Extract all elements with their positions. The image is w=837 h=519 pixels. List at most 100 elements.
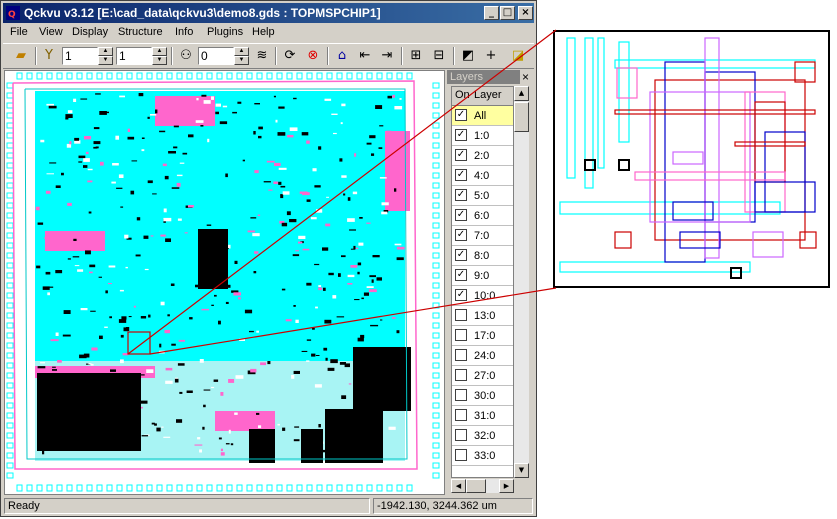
layer-row[interactable]: 32:0 [452,426,513,446]
zoom-in-icon[interactable]: ⊞ [406,46,426,66]
layer-row[interactable]: 33:0 [452,446,513,466]
scroll-left-icon[interactable]: ◀ [451,479,466,493]
menu-info[interactable]: Info [175,26,193,38]
scroll-down-icon[interactable]: ▼ [514,463,529,478]
minimize-button[interactable]: _ [484,6,499,20]
layer-row[interactable]: ✓ 6:0 [452,206,513,226]
spin-buttons-1[interactable]: ▲ ▼ [98,47,113,65]
cursor-coordinates: -1942.130, 3244.362 um [373,498,533,514]
layer-row[interactable]: ✓ 5:0 [452,186,513,206]
spin-input-1[interactable] [62,47,98,65]
layer-row[interactable]: 13:0 [452,306,513,326]
column-on[interactable]: On [455,89,470,101]
layer-row[interactable]: 27:0 [452,366,513,386]
layer-row[interactable]: 24:0 [452,346,513,366]
layer-visible-checkbox[interactable] [455,389,467,401]
layer-visible-checkbox[interactable] [455,349,467,361]
app-icon: Q [6,6,20,20]
spin-input-3[interactable] [198,47,234,65]
layer-name: 10:0 [474,290,496,302]
maximize-button[interactable]: □ [500,6,515,20]
filter-icon[interactable]: Y [39,46,59,66]
layer-name: 33:0 [474,450,496,462]
layer-visible-checkbox[interactable]: ✓ [455,269,467,281]
highlight-icon[interactable]: ◪ [508,46,528,66]
layout-canvas[interactable] [4,70,445,495]
layer-row[interactable]: ✓ 2:0 [452,146,513,166]
hierarchy-icon[interactable]: ⚇ [176,46,196,66]
spin-input-2[interactable] [116,47,152,65]
layer-row[interactable]: ✓ 4:0 [452,166,513,186]
layer-row[interactable]: ✓ 8:0 [452,246,513,266]
toolbar-separator [171,47,173,65]
chip-core [35,91,411,463]
layer-name: 31:0 [474,410,496,422]
layer-row[interactable]: 31:0 [452,406,513,426]
layer-row[interactable]: ✓ 7:0 [452,226,513,246]
layer-name: 4:0 [474,170,490,182]
zoom-out-icon[interactable]: ⊟ [429,46,449,66]
menu-structure[interactable]: Structure [118,26,163,38]
layer-visible-checkbox[interactable]: ✓ [455,209,467,221]
open-folder-icon[interactable]: ▰ [11,46,31,66]
layer-visible-checkbox[interactable] [455,369,467,381]
column-layer[interactable]: Layer [474,89,502,101]
layer-visible-checkbox[interactable] [455,449,467,461]
menu-help[interactable]: Help [252,26,275,38]
layers-close-icon[interactable]: × [519,70,532,84]
layer-name: 27:0 [474,370,496,382]
refresh-icon[interactable]: ⟳ [280,46,300,66]
layer-row[interactable]: ✓ 1:0 [452,126,513,146]
layer-visible-checkbox[interactable] [455,429,467,441]
hscroll-thumb[interactable] [466,479,486,493]
menu-file[interactable]: File [10,26,28,38]
layer-visible-checkbox[interactable] [455,409,467,421]
arrow-left-icon[interactable]: ⇤ [355,46,375,66]
layer-visible-checkbox[interactable]: ✓ [455,229,467,241]
layer-visible-checkbox[interactable]: ✓ [455,289,467,301]
close-button[interactable]: × [518,6,533,20]
layers-vertical-scrollbar[interactable]: ▲ ▼ [514,86,529,478]
layer-name: All [474,110,487,122]
layer-row[interactable]: ✓ 9:0 [452,266,513,286]
menu-view[interactable]: View [39,26,63,38]
layers-panel: Layers × On Layer ✓ All ✓ 1:0 ✓ 2:0 ✓ 4:0 ✓ 5:0 ✓ 6… [446,70,534,495]
menu-display[interactable]: Display [72,26,108,38]
layer-visible-checkbox[interactable]: ✓ [455,129,467,141]
scroll-right-icon[interactable]: ▶ [499,479,514,493]
layers-icon[interactable]: ≋ [252,46,272,66]
title-bar[interactable]: Q Qckvu v3.12 [E:\cad_data\qckvu3\demo8.… [3,3,534,23]
layers-list-header: On Layer [452,87,513,106]
layer-visible-checkbox[interactable]: ✓ [455,189,467,201]
stop-icon[interactable]: ⊗ [303,46,323,66]
layer-row[interactable]: 30:0 [452,386,513,406]
home-icon[interactable]: ⌂ [332,46,352,66]
layers-horizontal-scrollbar[interactable]: ◀ ▶ [451,479,514,493]
crosshair-icon[interactable]: + [481,46,501,66]
arrow-right-icon[interactable]: ⇥ [377,46,397,66]
layer-visible-checkbox[interactable] [455,329,467,341]
layer-row[interactable]: ✓ 10:0 [452,286,513,306]
spin-buttons-2[interactable]: ▲ ▼ [152,47,167,65]
zoom-detail-view [553,30,830,288]
layer-row[interactable]: 17:0 [452,326,513,346]
menu-bar: File View Display Structure Info Plugins… [3,24,534,42]
layer-name: 2:0 [474,150,490,162]
layer-name: 1:0 [474,130,490,142]
layer-visible-checkbox[interactable] [455,309,467,321]
menu-plugins[interactable]: Plugins [207,26,243,38]
scroll-thumb[interactable] [514,102,529,132]
scroll-up-icon[interactable]: ▲ [514,86,529,101]
fill-mode-icon[interactable]: ◩ [458,46,478,66]
toolbar-separator [401,47,403,65]
toolbar: ▰ Y ▲▼ ▲▼ ⚇ ▲▼ ≋ ⟳ ⊗ ⌂ ⇤ ⇥ ⊞ ⊟ ◩ + ◪ [3,43,534,69]
layer-visible-checkbox[interactable]: ✓ [455,249,467,261]
status-bar: Ready -1942.130, 3244.362 um [3,497,534,515]
layer-visible-checkbox[interactable]: ✓ [455,109,467,121]
layer-visible-checkbox[interactable]: ✓ [455,149,467,161]
spin-buttons-3[interactable]: ▲ ▼ [234,47,249,65]
status-message: Ready [4,498,370,514]
layer-row[interactable]: ✓ All [452,106,513,126]
layer-visible-checkbox[interactable]: ✓ [455,169,467,181]
toolbar-separator [275,47,277,65]
